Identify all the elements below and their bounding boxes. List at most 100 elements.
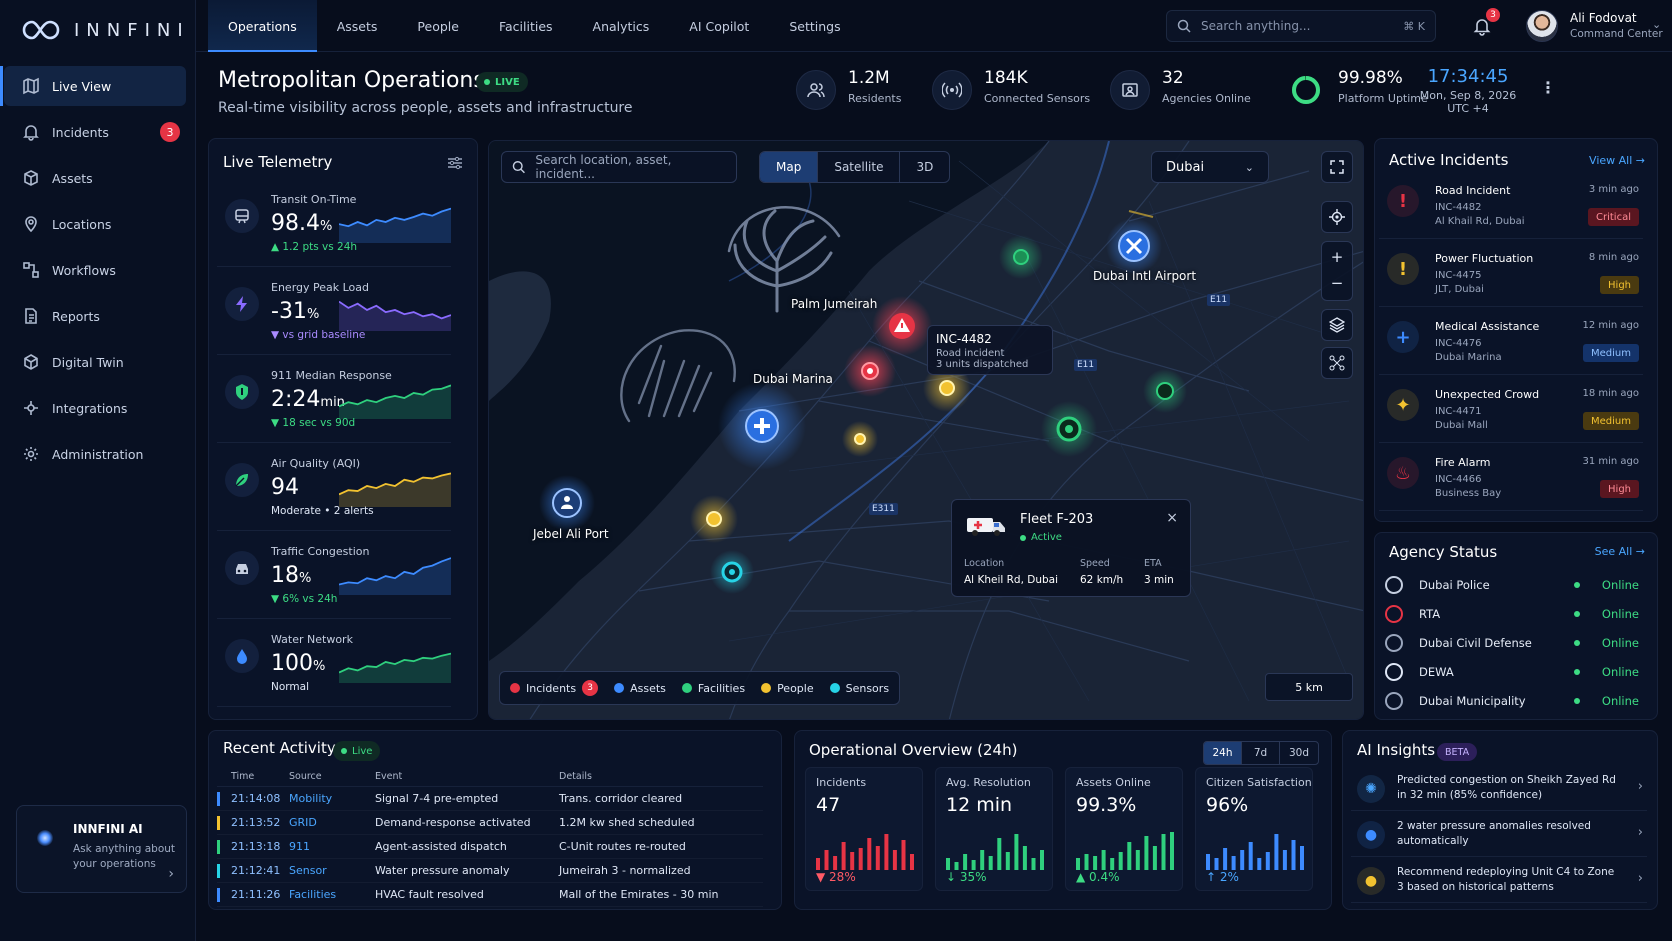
legend-facilities[interactable]: Facilities <box>681 682 745 695</box>
more-options-icon[interactable]: ⋮ <box>1540 78 1556 97</box>
legend-assets[interactable]: Assets <box>614 682 666 695</box>
incident-item[interactable]: ♨ Fire Alarm INC-4466 Business Bay 31 min ag… <box>1379 447 1643 511</box>
sidebar-item-reports[interactable]: Reports <box>4 296 186 336</box>
incident-item[interactable]: + Medical Assistance INC-4476 Dubai Marina 1… <box>1379 311 1643 375</box>
sidebar-item-workflows[interactable]: Workflows <box>4 250 186 290</box>
tab-analytics[interactable]: Analytics <box>573 0 670 52</box>
insight-item[interactable]: ● 2 water pressure anomalies resolved aut… <box>1351 813 1647 857</box>
telemetry-item[interactable]: Water Network 100% Normal <box>217 627 451 707</box>
range-24h-button[interactable]: 24h <box>1204 742 1242 764</box>
view-map-button[interactable]: Map <box>760 152 819 182</box>
legend-people[interactable]: People <box>761 682 814 695</box>
incident-item[interactable]: ✦ Unexpected Crowd INC-4471 Dubai Mall 18 mi… <box>1379 379 1643 443</box>
map-marker-people[interactable] <box>939 380 955 396</box>
incident-item[interactable]: ! Power Fluctuation INC-4475 JLT, Dubai 8 mi… <box>1379 243 1643 307</box>
map-marker-facility[interactable] <box>1156 382 1174 400</box>
zoom-out-icon[interactable]: − <box>1331 271 1344 299</box>
sidebar-item-live-view[interactable]: Live View <box>0 66 186 106</box>
activity-source[interactable]: GRID <box>289 816 375 829</box>
sidebar-item-administration[interactable]: Administration <box>4 434 186 474</box>
close-icon[interactable]: × <box>1166 510 1178 526</box>
sidebar-item-assets[interactable]: Assets <box>4 158 186 198</box>
activity-source[interactable]: 911 <box>289 840 375 853</box>
chevron-down-icon[interactable]: ⌄ <box>1652 18 1661 31</box>
overview-delta: ▲ 0.4% <box>1076 870 1120 884</box>
table-row[interactable]: 21:13:52 GRID Demand-response activated 1.2… <box>217 811 763 835</box>
sidebar-item-integrations[interactable]: Integrations <box>4 388 186 428</box>
agency-name: Dubai Municipality <box>1419 694 1526 708</box>
view-all-incidents-link[interactable]: View All → <box>1589 154 1645 167</box>
agency-item[interactable]: RTA Online <box>1385 600 1639 628</box>
tab-assets[interactable]: Assets <box>317 0 398 52</box>
activity-source[interactable]: Sensor <box>289 864 375 877</box>
avatar[interactable] <box>1526 10 1558 42</box>
see-all-agencies-link[interactable]: See All → <box>1595 545 1645 558</box>
map-marker-facility[interactable] <box>1013 249 1029 265</box>
overview-card[interactable]: Citizen Satisfaction 96% ↑ 2% <box>1195 767 1313 891</box>
range-7d-button[interactable]: 7d <box>1242 742 1280 764</box>
chevron-right-icon[interactable]: › <box>168 866 174 882</box>
table-row[interactable]: 21:14:08 Mobility Signal 7-4 pre-empted Tra… <box>217 787 763 811</box>
map-marker-asset[interactable] <box>745 409 779 443</box>
sidebar-item-incidents[interactable]: Incidents 3 <box>4 112 186 152</box>
zoom-in-icon[interactable]: + <box>1331 243 1344 271</box>
table-row[interactable]: 21:12:41 Sensor Water pressure anomaly Jume… <box>217 859 763 883</box>
insight-item[interactable]: ✺ Predicted congestion on Sheikh Zayed Rd… <box>1351 767 1647 811</box>
incident-tooltip[interactable]: INC-4482 Road incident 3 units dispatche… <box>927 325 1053 375</box>
table-row[interactable]: 21:13:18 911 Agent-assisted dispatch C-Unit… <box>217 835 763 859</box>
fullscreen-button[interactable] <box>1321 151 1353 183</box>
logo[interactable]: INNFINI <box>18 14 190 46</box>
agency-item[interactable]: Dubai Civil Defense Online <box>1385 629 1639 657</box>
insight-item[interactable]: ● Recommend redeploying Unit C4 to Zone 3… <box>1351 859 1647 903</box>
telemetry-item[interactable]: Traffic Congestion 18% ▼ 6% vs 24h <box>217 539 451 619</box>
sidebar-item-digital-twin[interactable]: Digital Twin <box>4 342 186 382</box>
map-search-input[interactable]: Search location, asset, incident... <box>501 151 737 183</box>
tab-people[interactable]: People <box>397 0 479 52</box>
tab-operations[interactable]: Operations <box>208 0 317 52</box>
map-canvas[interactable] <box>489 141 1364 720</box>
view-satellite-button[interactable]: Satellite <box>818 152 901 182</box>
city-select[interactable]: Dubai ⌄ <box>1151 151 1269 183</box>
filter-sliders-icon[interactable] <box>447 155 463 171</box>
incident-item[interactable]: ! Road Incident INC-4482 Al Khail Rd, Dubai… <box>1379 175 1643 239</box>
legend-incidents[interactable]: Incidents 3 <box>510 680 599 696</box>
chevron-right-icon[interactable]: › <box>1638 825 1643 840</box>
telemetry-item[interactable]: Transit On-Time 98.4% ▲ 1.2 pts vs 24h <box>217 187 451 267</box>
map-marker-people[interactable] <box>854 433 866 445</box>
sidebar-item-locations[interactable]: Locations <box>4 204 186 244</box>
agency-item[interactable]: Dubai Municipality Online <box>1385 687 1639 715</box>
tab-facilities[interactable]: Facilities <box>479 0 573 52</box>
agency-item[interactable]: DEWA Online <box>1385 658 1639 686</box>
chevron-right-icon[interactable]: › <box>1638 779 1643 794</box>
telemetry-item[interactable]: Air Quality (AQI) 94 Moderate • 2 alerts <box>217 451 451 531</box>
overview-card[interactable]: Assets Online 99.3% ▲ 0.4% <box>1065 767 1183 891</box>
view-3d-button[interactable]: 3D <box>900 152 949 182</box>
activity-source[interactable]: Mobility <box>289 792 375 805</box>
fleet-popup[interactable]: Fleet F-203 Active × Location Al Kheil R… <box>951 499 1191 597</box>
map-marker-incident[interactable] <box>861 362 879 380</box>
stat-label: Residents <box>848 92 902 105</box>
telemetry-item[interactable]: 911 Median Response 2:24min ▼ 18 sec vs 90… <box>217 363 451 443</box>
map-marker-people[interactable] <box>706 511 722 527</box>
layers-button[interactable] <box>1321 309 1353 341</box>
legend-label: Incidents <box>526 681 577 695</box>
network-button[interactable] <box>1321 347 1353 379</box>
activity-source[interactable]: Facilities <box>289 888 375 901</box>
global-search-input[interactable]: Search anything... ⌘ K <box>1166 10 1436 42</box>
map-marker-incident-4482[interactable] <box>889 313 915 339</box>
telemetry-item[interactable]: Energy Peak Load -31% ▼ vs grid baseline <box>217 275 451 355</box>
legend-sensors[interactable]: Sensors <box>829 682 889 695</box>
map-marker-airport[interactable] <box>1118 230 1150 262</box>
overview-card[interactable]: Avg. Resolution 12 min ↓ 35% <box>935 767 1053 891</box>
agency-item[interactable]: Dubai Police Online <box>1385 571 1639 599</box>
map-marker-port[interactable] <box>552 488 582 518</box>
tab-ai-copilot[interactable]: AI Copilot <box>669 0 769 52</box>
ai-assistant-card[interactable]: INNFINI AI Ask anything about your opera… <box>16 805 187 893</box>
table-row[interactable]: 21:11:26 Facilities HVAC fault resolved Mal… <box>217 883 763 907</box>
range-30d-button[interactable]: 30d <box>1280 742 1318 764</box>
city-map[interactable]: Palm Jumeirah Dubai Marina Dubai Intl Ai… <box>488 140 1364 720</box>
overview-card[interactable]: Incidents 47 ▼ 28% <box>805 767 923 891</box>
locate-button[interactable] <box>1321 201 1353 233</box>
chevron-right-icon[interactable]: › <box>1638 871 1643 886</box>
tab-settings[interactable]: Settings <box>769 0 860 52</box>
